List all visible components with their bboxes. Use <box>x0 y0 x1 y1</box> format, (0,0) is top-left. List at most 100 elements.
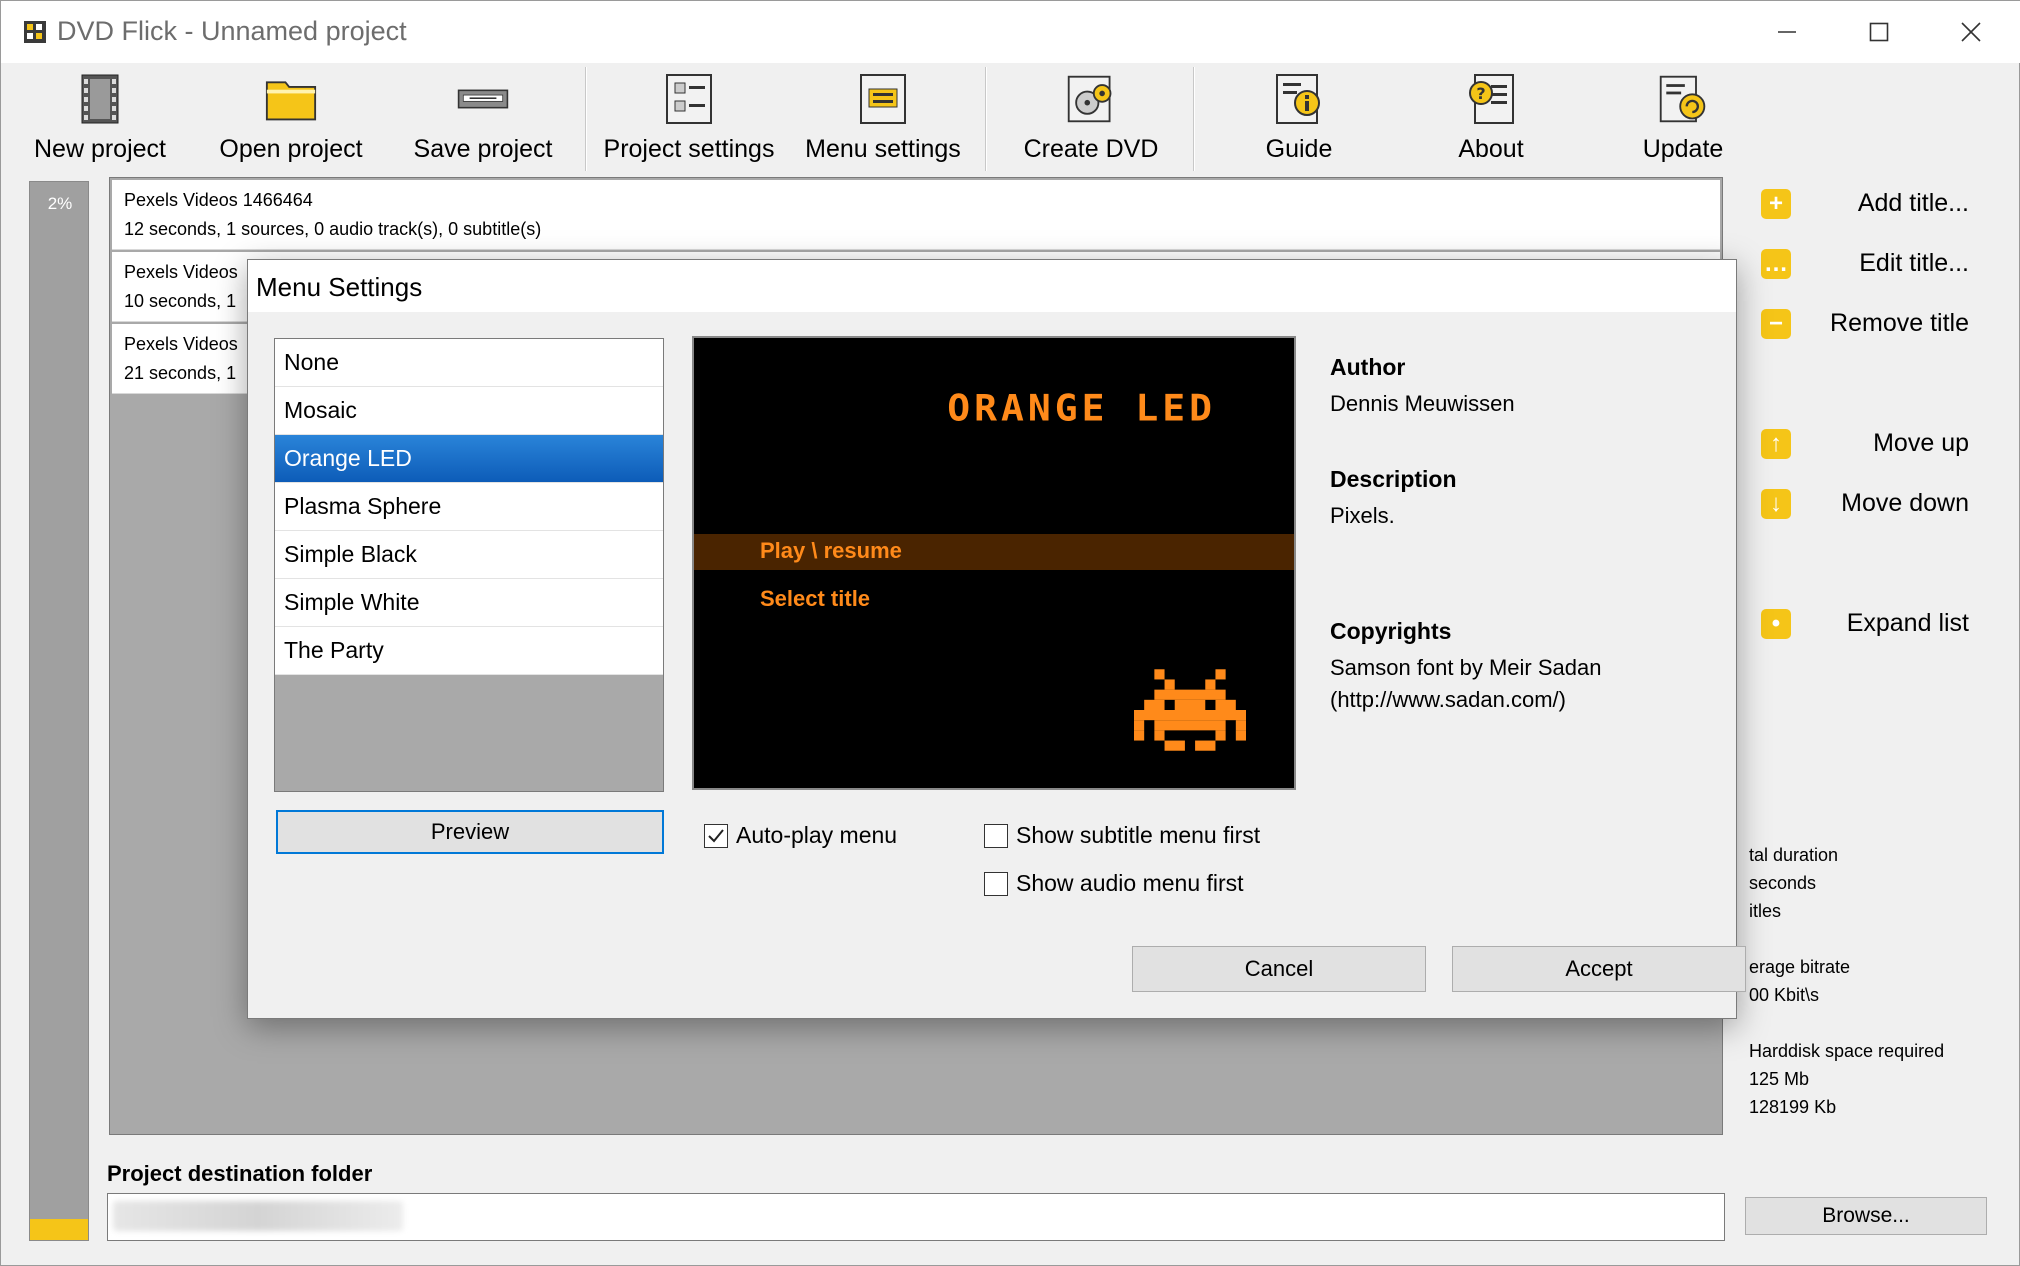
preview-menu-title: ORANGE LED <box>947 387 1216 429</box>
close-button[interactable] <box>1925 1 2017 63</box>
move-down-label: Move down <box>1841 489 1969 517</box>
toolbar-separator <box>585 67 587 171</box>
harddisk-space-label: Harddisk space required <box>1749 1041 1945 1061</box>
theme-item-orange-led[interactable]: Orange LED <box>275 435 663 483</box>
accept-button[interactable]: Accept <box>1452 946 1746 992</box>
title-name: Pexels Videos 1466464 <box>124 190 313 210</box>
title-list-item[interactable]: Pexels Videos 1466464 12 seconds, 1 sour… <box>112 180 1720 250</box>
main-window: DVD Flick - Unnamed project New project … <box>0 0 2020 1266</box>
checkmark-icon <box>708 828 724 842</box>
folder-icon <box>265 81 317 121</box>
copyrights-line-2: (http://www.sadan.com/) <box>1330 687 1566 712</box>
theme-item-plasma-sphere[interactable]: Plasma Sphere <box>275 483 663 531</box>
expand-icon: • <box>1761 609 1791 639</box>
film-icon <box>81 74 119 124</box>
menu-theme-list[interactable]: None Mosaic Orange LED Plasma Sphere Sim… <box>274 338 664 792</box>
project-settings-button[interactable]: Project settings <box>599 71 779 175</box>
destination-folder-label: Project destination folder <box>107 1161 373 1186</box>
edit-title-button[interactable]: … Edit title... <box>1761 241 2001 287</box>
update-label: Update <box>1642 135 1724 163</box>
browse-button[interactable]: Browse... <box>1745 1197 1987 1235</box>
author-heading: Author <box>1330 354 1406 380</box>
preview-button[interactable]: Preview <box>276 810 664 854</box>
edit-title-label: Edit title... <box>1859 249 1969 277</box>
edit-icon: … <box>1761 249 1791 279</box>
about-icon: ? <box>1469 74 1514 124</box>
menu-settings-dialog: Menu Settings None Mosaic Orange LED Pla… <box>247 259 1746 1019</box>
theme-item-simple-black[interactable]: Simple Black <box>275 531 663 579</box>
open-project-label: Open project <box>219 135 363 163</box>
save-project-label: Save project <box>413 135 553 163</box>
expand-list-button[interactable]: • Expand list <box>1761 601 2001 647</box>
move-up-label: Move up <box>1873 429 1969 457</box>
encode-progress-bar: 2% <box>29 181 89 1241</box>
toolbar-separator <box>985 67 987 171</box>
average-bitrate-stat: erage bitrate 00 Kbit\s <box>1749 953 1850 1009</box>
theme-item-the-party[interactable]: The Party <box>275 627 663 675</box>
toolbar: New project Open project Save project Pr… <box>1 63 2020 179</box>
arrow-up-icon: ↑ <box>1761 429 1791 459</box>
about-button[interactable]: ? About <box>1421 71 1561 175</box>
theme-item-none[interactable]: None <box>275 339 663 387</box>
close-icon <box>1961 22 1981 42</box>
progress-fill <box>30 1218 88 1240</box>
maximize-icon <box>1869 22 1889 42</box>
autoplay-checkbox-box[interactable] <box>704 823 728 848</box>
autoplay-checkbox[interactable]: Auto-play menu <box>704 822 897 849</box>
subtitle-menu-first-box[interactable] <box>984 823 1008 848</box>
about-label: About <box>1458 135 1524 163</box>
theme-item-mosaic[interactable]: Mosaic <box>275 387 663 435</box>
create-dvd-button[interactable]: Create DVD <box>1011 71 1171 175</box>
preview-select-title: Select title <box>760 586 871 611</box>
harddisk-space-stat: Harddisk space required 125 Mb 128199 Kb <box>1749 1037 1944 1121</box>
destination-path-redacted <box>113 1201 403 1231</box>
menu-settings-button[interactable]: Menu settings <box>799 71 967 175</box>
copyrights-heading: Copyrights <box>1330 618 1452 644</box>
theme-item-simple-white[interactable]: Simple White <box>275 579 663 627</box>
open-project-button[interactable]: Open project <box>209 71 373 175</box>
add-title-button[interactable]: + Add title... <box>1761 181 2001 227</box>
average-bitrate-value: 00 Kbit\s <box>1749 985 1820 1005</box>
window-title: DVD Flick - Unnamed project <box>57 16 407 46</box>
preview-play-resume: Play \ resume <box>760 538 902 563</box>
dialog-title-bar: Menu Settings <box>248 260 1736 312</box>
autoplay-label: Auto-play menu <box>736 822 898 848</box>
audio-menu-first-box[interactable] <box>984 871 1008 896</box>
create-dvd-label: Create DVD <box>1023 135 1159 163</box>
minimize-icon <box>1778 31 1796 33</box>
description-heading: Description <box>1330 466 1457 492</box>
harddisk-space-mb: 125 Mb <box>1749 1069 1810 1089</box>
save-drive-icon <box>457 89 509 109</box>
guide-icon <box>1276 74 1320 124</box>
save-project-button[interactable]: Save project <box>405 71 561 175</box>
maximize-button[interactable] <box>1833 1 1925 63</box>
minimize-button[interactable] <box>1741 1 1833 63</box>
title-info: 12 seconds, 1 sources, 0 audio track(s),… <box>124 219 542 239</box>
remove-title-label: Remove title <box>1830 309 1969 337</box>
move-up-button[interactable]: ↑ Move up <box>1761 421 2001 467</box>
guide-button[interactable]: Guide <box>1229 71 1369 175</box>
audio-menu-first-label: Show audio menu first <box>1016 870 1244 896</box>
add-title-label: Add title... <box>1857 189 1969 217</box>
update-icon <box>1659 75 1706 123</box>
progress-percent: 2% <box>47 194 73 213</box>
update-button[interactable]: Update <box>1613 71 1753 175</box>
dvd-flick-app-icon <box>24 21 46 43</box>
total-duration-stat: tal duration seconds itles <box>1749 841 1838 925</box>
remove-title-button[interactable]: − Remove title <box>1761 301 2001 347</box>
total-duration-label: tal duration <box>1749 845 1839 865</box>
guide-label: Guide <box>1265 135 1333 163</box>
audio-menu-first-checkbox[interactable]: Show audio menu first <box>984 870 1244 897</box>
menu-preview: ORANGE LED Play \ resume Select title <box>692 336 1296 790</box>
project-settings-label: Project settings <box>603 135 775 163</box>
arrow-down-icon: ↓ <box>1761 489 1791 519</box>
cancel-button[interactable]: Cancel <box>1132 946 1426 992</box>
new-project-button[interactable]: New project <box>25 71 175 175</box>
subtitle-menu-first-checkbox[interactable]: Show subtitle menu first <box>984 822 1260 849</box>
toolbar-separator <box>1193 67 1195 171</box>
menu-settings-label: Menu settings <box>805 135 961 163</box>
harddisk-space-kb: 128199 Kb <box>1749 1097 1837 1117</box>
move-down-button[interactable]: ↓ Move down <box>1761 481 2001 527</box>
titles-count-label: itles <box>1749 901 1782 921</box>
expand-list-label: Expand list <box>1846 609 1969 637</box>
